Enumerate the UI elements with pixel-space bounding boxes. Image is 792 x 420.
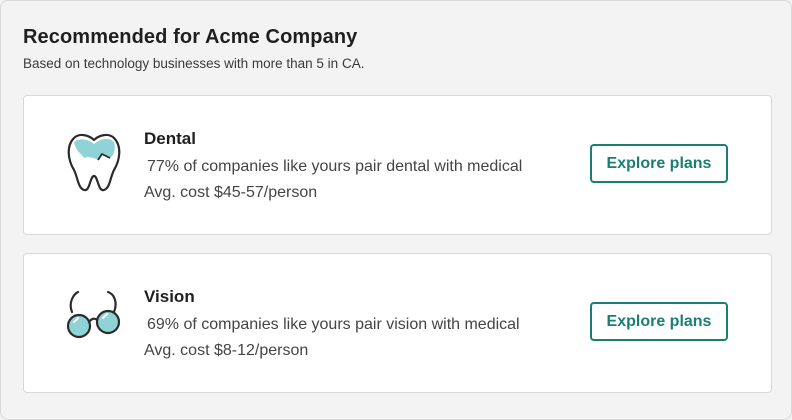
- page-subtitle: Based on technology businesses with more…: [23, 56, 365, 71]
- glasses-icon: [66, 290, 121, 339]
- vision-title: Vision: [144, 287, 195, 306]
- tooth-icon: [67, 133, 121, 192]
- recommendations-panel: Recommended for Acme Company Based on te…: [0, 0, 792, 420]
- dental-description: 77% of companies like yours pair dental …: [147, 158, 523, 175]
- dental-card: Dental 77% of companies like yours pair …: [23, 95, 772, 235]
- vision-description: 69% of companies like yours pair vision …: [147, 316, 520, 333]
- dental-cost: Avg. cost $45-57/person: [144, 184, 318, 201]
- explore-dental-plans-button[interactable]: Explore plans: [590, 144, 728, 183]
- explore-vision-plans-button[interactable]: Explore plans: [590, 302, 728, 341]
- vision-card: Vision 69% of companies like yours pair …: [23, 253, 772, 393]
- dental-title: Dental: [144, 129, 196, 148]
- vision-cost: Avg. cost $8-12/person: [144, 342, 309, 359]
- page-title: Recommended for Acme Company: [23, 26, 358, 48]
